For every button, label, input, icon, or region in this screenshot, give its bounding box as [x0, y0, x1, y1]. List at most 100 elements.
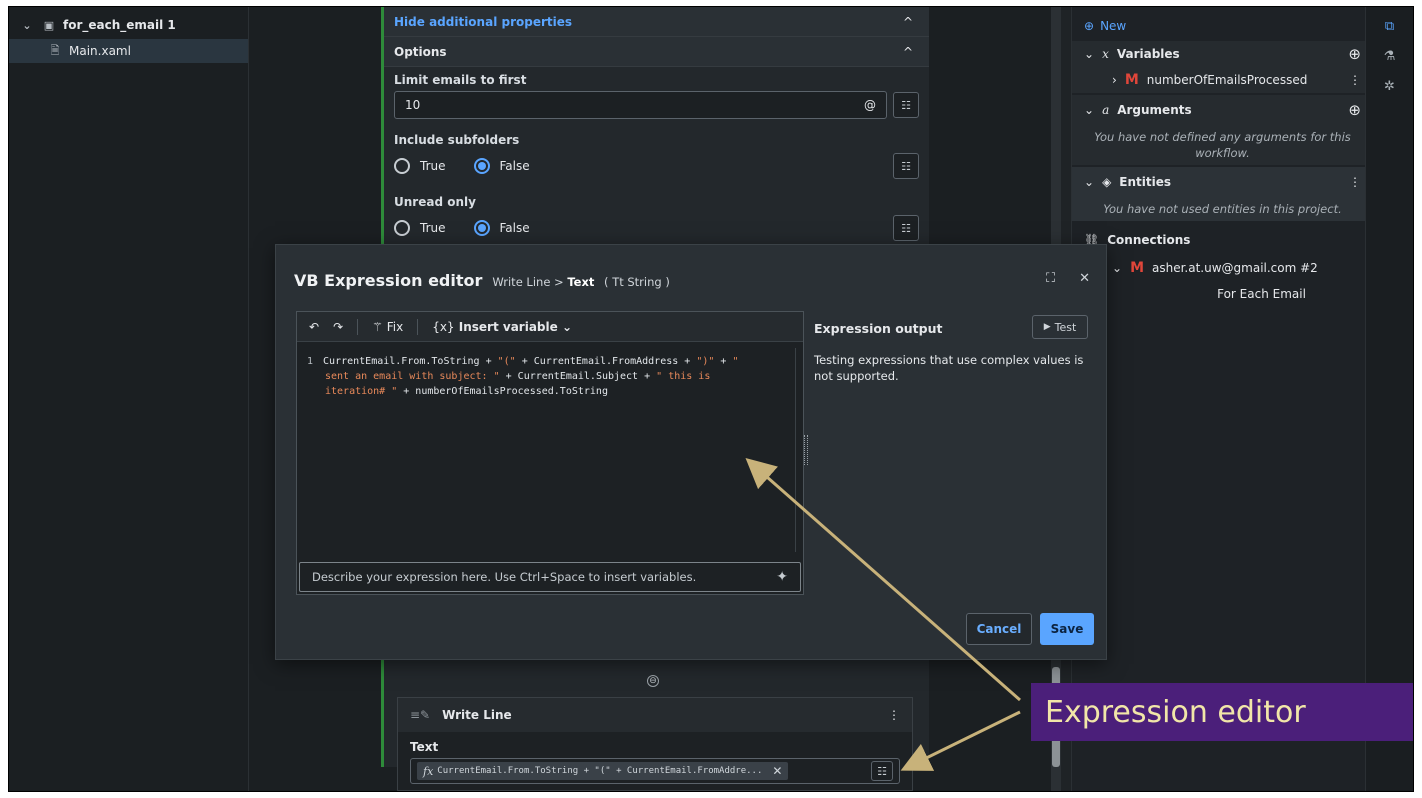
flask-icon[interactable]: ⚗: [1366, 41, 1413, 71]
connection-item-label: asher.at.uw@gmail.com #2: [1152, 261, 1318, 276]
save-button[interactable]: Save: [1040, 613, 1094, 645]
connection-item[interactable]: ⌄ M asher.at.uw@gmail.com #2: [1072, 255, 1373, 281]
unread-only-label: Unread only: [394, 195, 476, 209]
cancel-button[interactable]: Cancel: [966, 613, 1032, 645]
new-button[interactable]: ⊕ New: [1072, 11, 1373, 41]
entities-header[interactable]: ⌄ ◈ Entities ⋮: [1072, 167, 1373, 198]
expression-options-icon[interactable]: ☷: [893, 215, 919, 241]
write-line-activity[interactable]: ≡✎ Write Line ⋮ Text fx CurrentEmail.Fro…: [397, 697, 913, 791]
project-icon: ▣: [43, 18, 55, 32]
expression-editor-dialog: VB Expression editor Write Line > Text (…: [275, 244, 1107, 660]
chevron-down-icon[interactable]: ⌄: [19, 19, 35, 32]
braces-x-icon: {x}: [432, 319, 455, 334]
pin-icon[interactable]: ✲: [1366, 71, 1413, 101]
connection-sub-item[interactable]: For Each Email: [1072, 281, 1373, 307]
fix-label: Fix: [386, 319, 404, 334]
code-area[interactable]: 1 CurrentEmail.From.ToString + "(" + Curr…: [297, 348, 791, 552]
connection-sub-label: For Each Email: [1217, 287, 1306, 302]
code-string: "(": [497, 356, 516, 367]
code-editor[interactable]: ↶ ↷ ⚚ Fix {x} Insert variable ⌄ 1 Current…: [296, 311, 804, 595]
tree-file-label: Main.xaml: [69, 44, 131, 58]
arguments-label: Arguments: [1117, 103, 1192, 117]
chevron-down-icon[interactable]: ⌄: [1084, 103, 1094, 117]
code-token: + numberOfEmailsProcessed.ToString: [397, 386, 608, 397]
test-button[interactable]: ▶ Test: [1032, 315, 1088, 339]
describe-expression-input[interactable]: Describe your expression here. Use Ctrl+…: [299, 562, 801, 592]
variable-icon: x: [1102, 47, 1109, 61]
new-label: New: [1100, 19, 1127, 33]
tree-file-main[interactable]: 🗎 Main.xaml: [9, 39, 248, 63]
expression-options-icon[interactable]: ☷: [893, 92, 919, 118]
more-options-icon[interactable]: ⋮: [1349, 175, 1361, 189]
entities-label: Entities: [1119, 175, 1172, 190]
argument-icon: a: [1102, 103, 1110, 117]
add-argument-icon[interactable]: ⊕: [1348, 101, 1361, 119]
expression-options-icon[interactable]: ☷: [893, 153, 919, 179]
entities-empty-text: You have not used entities in this proje…: [1072, 197, 1373, 222]
annotation-callout: Expression editor: [1031, 683, 1413, 741]
chevron-right-icon[interactable]: ›: [1112, 73, 1117, 87]
code-string: sent an email with subject: ": [325, 371, 500, 382]
unread-false-radio[interactable]: [473, 220, 490, 236]
hide-properties-link[interactable]: Hide additional properties: [394, 15, 572, 29]
write-line-icon: ≡✎: [410, 708, 431, 722]
more-options-icon[interactable]: ⋮: [1349, 73, 1361, 87]
data-manager-panel: ⊕ New ⌄ x Variables ⊕ › M numberOfEmails…: [1071, 7, 1373, 791]
expression-output-text: Testing expressions that use complex val…: [814, 353, 1084, 383]
describe-placeholder: Describe your expression here. Use Ctrl+…: [312, 570, 697, 584]
close-icon[interactable]: ✕: [1079, 271, 1090, 286]
subfolders-false-radio[interactable]: [473, 158, 490, 174]
expression-chip[interactable]: fx CurrentEmail.From.ToString + "(" + Cu…: [417, 762, 789, 780]
add-variable-icon[interactable]: ⊕: [1348, 45, 1361, 63]
undo-icon[interactable]: ↶: [309, 320, 319, 334]
subfolders-true-radio[interactable]: [394, 158, 410, 174]
more-options-icon[interactable]: ⋮: [888, 708, 900, 722]
variables-header[interactable]: ⌄ x Variables ⊕: [1072, 41, 1373, 67]
chevron-down-icon[interactable]: ⌄: [1084, 47, 1094, 61]
chevron-down-icon[interactable]: ⌄: [1084, 175, 1094, 189]
radio-label-false: False: [499, 221, 530, 235]
sparkle-icon[interactable]: ✦: [776, 569, 788, 585]
gmail-icon: M: [1124, 72, 1139, 88]
code-scrollbar[interactable]: [795, 348, 799, 552]
project-tree: ⌄ ▣ for_each_email 1 🗎 Main.xaml: [9, 7, 249, 791]
pane-splitter[interactable]: [804, 435, 808, 465]
options-header[interactable]: Options ^: [384, 37, 929, 67]
gmail-icon: M: [1130, 260, 1144, 277]
write-line-title: Write Line: [442, 708, 512, 722]
chevron-down-icon[interactable]: ⌄: [1112, 261, 1122, 275]
expression-editor-button[interactable]: ☷: [871, 761, 893, 781]
connections-header[interactable]: ⛓ Connections: [1072, 225, 1373, 255]
code-string: ": [732, 356, 739, 367]
editor-toolbar: ↶ ↷ ⚚ Fix {x} Insert variable ⌄: [297, 312, 803, 342]
tree-project-node[interactable]: ⌄ ▣ for_each_email 1: [9, 13, 248, 37]
hide-properties-header[interactable]: Hide additional properties ^: [384, 7, 929, 37]
write-line-text-field[interactable]: fx CurrentEmail.From.ToString + "(" + Cu…: [410, 758, 900, 784]
fix-button[interactable]: ⚚ Fix: [372, 320, 403, 334]
at-icon[interactable]: @: [864, 98, 876, 112]
close-icon[interactable]: ✕: [772, 764, 782, 778]
code-token: + CurrentEmail.Subject +: [499, 371, 657, 382]
code-token: +: [714, 356, 733, 367]
data-manager-icon[interactable]: ⧉: [1366, 11, 1413, 41]
maximize-icon[interactable]: ⛶: [1046, 271, 1055, 286]
fx-icon: fx: [423, 764, 434, 778]
limit-emails-input[interactable]: 10 @: [394, 91, 887, 119]
redo-icon[interactable]: ↷: [333, 320, 343, 334]
breadcrumb: Write Line > Text ( Tt String ): [492, 275, 669, 289]
code-token: CurrentEmail.From.ToString +: [323, 356, 498, 367]
chevron-up-icon[interactable]: ^: [903, 45, 913, 59]
code-string: iteration# ": [325, 386, 398, 397]
arguments-empty-text: You have not defined any arguments for t…: [1072, 125, 1373, 166]
add-activity-icon[interactable]: ⊖: [647, 675, 659, 687]
insert-variable-label: Insert variable: [458, 319, 558, 334]
breadcrumb-current: Text: [567, 275, 595, 289]
variable-item[interactable]: › M numberOfEmailsProcessed ⋮: [1072, 67, 1373, 93]
limit-emails-value: 10: [405, 98, 421, 112]
arguments-header[interactable]: ⌄ a Arguments ⊕: [1072, 95, 1373, 125]
right-rail: ⧉ ⚗ ✲: [1365, 7, 1413, 791]
chevron-up-icon[interactable]: ^: [903, 15, 913, 29]
insert-variable-button[interactable]: {x} Insert variable ⌄: [432, 320, 572, 334]
app-window: ⌄ ▣ for_each_email 1 🗎 Main.xaml Hide ad…: [8, 6, 1414, 792]
unread-true-radio[interactable]: [394, 220, 410, 236]
